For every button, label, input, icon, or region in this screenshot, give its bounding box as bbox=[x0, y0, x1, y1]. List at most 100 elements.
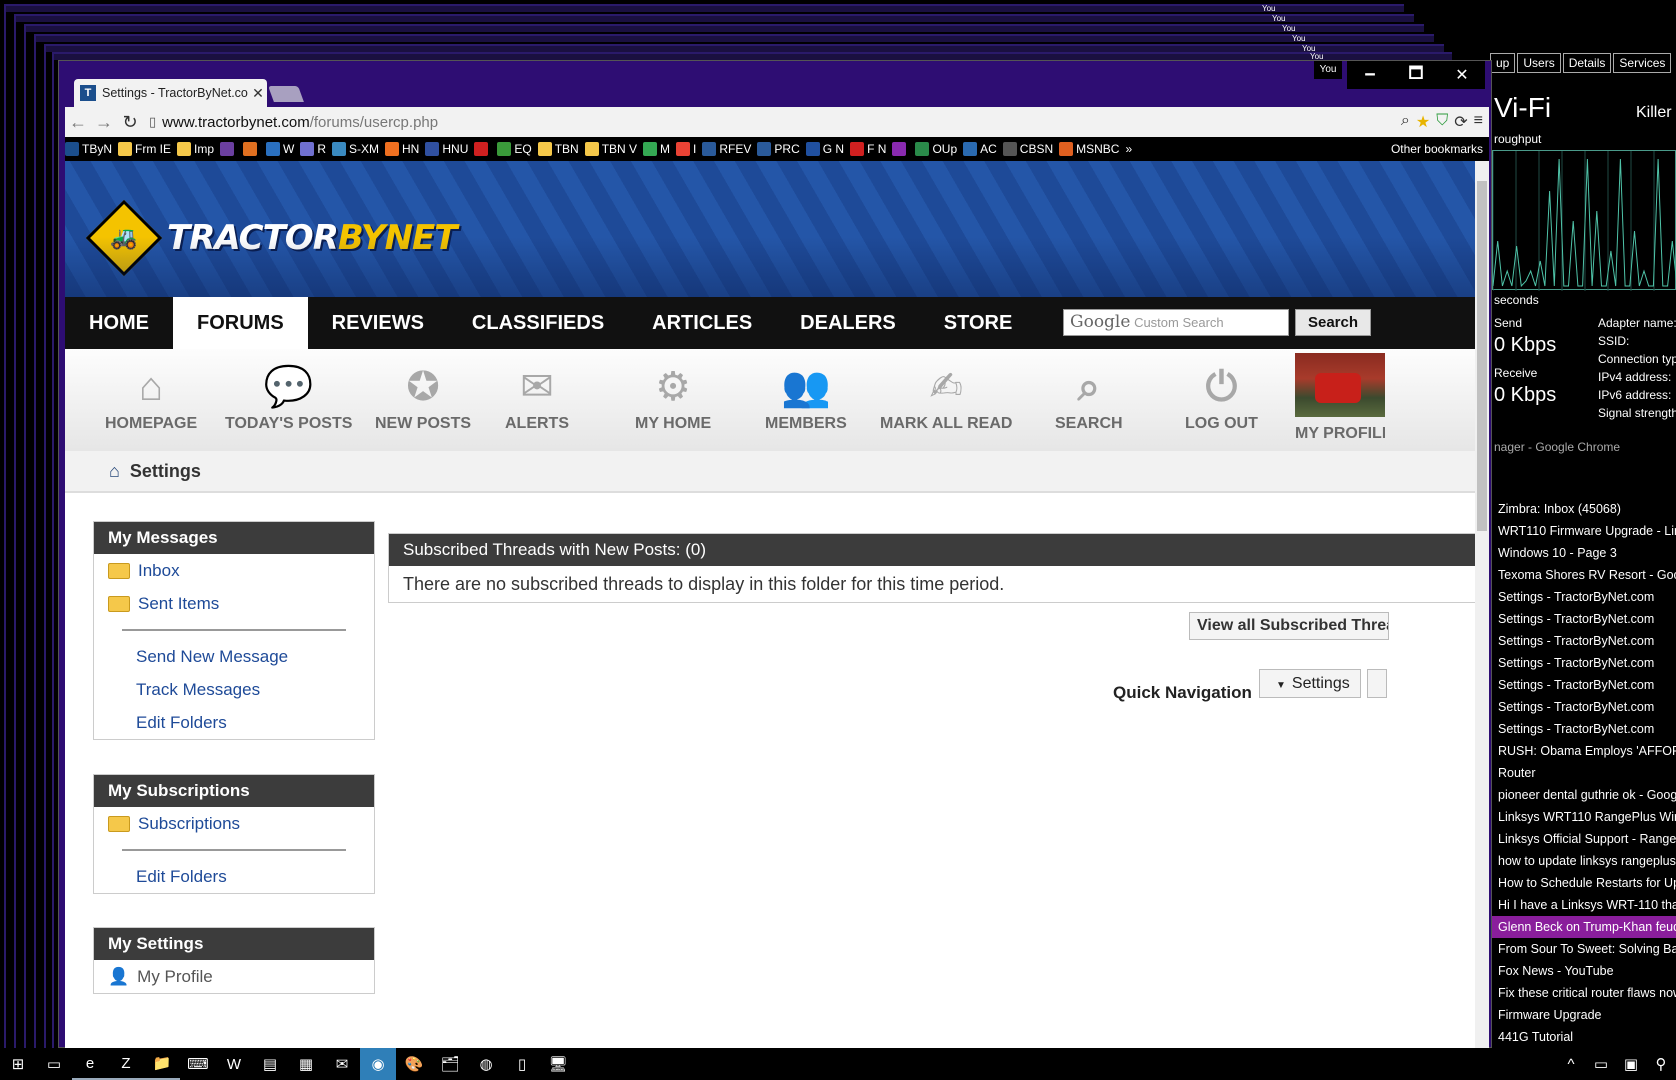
tab-list-item[interactable]: Firmware Upgrade bbox=[1490, 1004, 1676, 1026]
tab-list-item[interactable]: Settings - TractorByNet.com bbox=[1490, 674, 1676, 696]
windows-start-icon[interactable]: ⊞ bbox=[0, 1048, 36, 1080]
edit-folders-link[interactable]: Edit Folders bbox=[94, 706, 374, 739]
bookmark-item[interactable]: Frm IE bbox=[118, 142, 171, 156]
search-input[interactable]: Google Custom Search bbox=[1063, 309, 1289, 336]
subnav-my-profile[interactable]: MY PROFILE bbox=[1295, 425, 1385, 443]
bookmark-item[interactable]: AC bbox=[963, 142, 997, 156]
edge-icon[interactable]: e bbox=[72, 1048, 108, 1080]
tab-list-item[interactable]: Glenn Beck on Trump-Khan feud, bbox=[1490, 916, 1676, 938]
tray-icon[interactable]: ^ bbox=[1556, 1048, 1586, 1080]
view-all-subscribed-button[interactable]: View all Subscribed Threads bbox=[1189, 612, 1389, 640]
tab-list-item[interactable]: 441G Tutorial bbox=[1490, 1026, 1676, 1048]
bookmark-item[interactable]: F N bbox=[850, 142, 886, 156]
tab-list-item[interactable]: Fix these critical router flaws now bbox=[1490, 982, 1676, 1004]
bookmarks-overflow-button[interactable]: » bbox=[1125, 142, 1132, 156]
edit-folders-link[interactable]: Edit Folders bbox=[94, 860, 374, 893]
send-new-message-link[interactable]: Send New Message bbox=[94, 640, 374, 673]
bookmark-item[interactable] bbox=[243, 142, 260, 156]
zimbra-icon[interactable]: Z bbox=[108, 1048, 144, 1080]
calculator-icon[interactable]: ▦ bbox=[288, 1048, 324, 1080]
bookmark-item[interactable] bbox=[892, 142, 909, 156]
paint-icon[interactable]: 🎨 bbox=[396, 1048, 432, 1080]
bookmark-item[interactable]: RFEV bbox=[702, 142, 751, 156]
bookmark-item[interactable]: OUp bbox=[915, 142, 957, 156]
tm-tab-startup[interactable]: up bbox=[1490, 53, 1516, 73]
nav-dealers[interactable]: DEALERS bbox=[776, 297, 920, 349]
tab-list-item[interactable]: Windows 10 - Page 3 bbox=[1490, 542, 1676, 564]
subnav-my-home[interactable]: ⚙ MY HOME bbox=[635, 359, 711, 433]
chrome-icon[interactable]: ◉ bbox=[360, 1048, 396, 1080]
zoom-icon[interactable]: ⌕ bbox=[1401, 112, 1410, 132]
my-profile-link[interactable]: 👤 My Profile bbox=[94, 960, 374, 993]
tray-icon[interactable]: ▭ bbox=[1586, 1048, 1616, 1080]
maximize-button[interactable]: 🗖 bbox=[1393, 61, 1439, 89]
tab-list-item[interactable]: Linksys Official Support - RangeP bbox=[1490, 828, 1676, 850]
subnav-mark-all-read[interactable]: ✍ MARK ALL READ bbox=[880, 359, 1012, 433]
tractorbynet-logo[interactable]: 🚜 TRACTORBYNET bbox=[85, 199, 457, 277]
bookmark-item[interactable]: I bbox=[676, 142, 696, 156]
bookmark-item[interactable] bbox=[220, 142, 237, 156]
tab-list-item[interactable]: Settings - TractorByNet.com bbox=[1490, 630, 1676, 652]
bookmark-item[interactable]: CBSN bbox=[1002, 142, 1053, 156]
bookmark-item[interactable]: S-XM bbox=[332, 142, 379, 156]
profile-avatar[interactable] bbox=[1295, 353, 1385, 417]
bookmark-item[interactable]: TBN V bbox=[584, 142, 637, 156]
subnav-new-posts[interactable]: ✪ NEW POSTS bbox=[375, 359, 471, 433]
menu-icon[interactable]: ≡ bbox=[1474, 112, 1483, 132]
bookmark-item[interactable]: G N bbox=[805, 142, 844, 156]
bookmark-item[interactable]: TBN bbox=[537, 142, 579, 156]
nav-home[interactable]: HOME bbox=[65, 297, 173, 349]
bookmark-item[interactable]: M bbox=[643, 142, 670, 156]
nav-forums[interactable]: FORUMS bbox=[173, 297, 308, 349]
bookmark-item[interactable]: W bbox=[266, 142, 294, 156]
tab-list-item[interactable]: how to update linksys rangeplus bbox=[1490, 850, 1676, 872]
new-tab-button[interactable] bbox=[268, 86, 304, 102]
files-icon[interactable]: 🗂 bbox=[432, 1048, 468, 1080]
task-view-icon[interactable]: ▭ bbox=[36, 1048, 72, 1080]
tab-list-item[interactable]: Hi I have a Linksys WRT-110 that bbox=[1490, 894, 1676, 916]
home-icon[interactable]: ⌂ bbox=[109, 461, 120, 482]
profile-badge[interactable]: You bbox=[1314, 61, 1342, 79]
bookmark-item[interactable] bbox=[474, 142, 491, 156]
mail-icon[interactable]: ✉ bbox=[324, 1048, 360, 1080]
scrollbar-thumb[interactable] bbox=[1477, 181, 1487, 531]
word-icon[interactable]: W bbox=[216, 1048, 252, 1080]
tab-list-item[interactable]: Texoma Shores RV Resort - Goog bbox=[1490, 564, 1676, 586]
subnav-search[interactable]: ⌕ SEARCH bbox=[1055, 359, 1123, 433]
subnav-log-out[interactable]: ⏻ LOG OUT bbox=[1185, 359, 1258, 433]
tab-list-item[interactable]: Settings - TractorByNet.com bbox=[1490, 586, 1676, 608]
folder-inbox[interactable]: Inbox bbox=[94, 554, 374, 587]
tab-list-item[interactable]: How to Schedule Restarts for Upd bbox=[1490, 872, 1676, 894]
tab-list-item[interactable]: WRT110 Firmware Upgrade - Link bbox=[1490, 520, 1676, 542]
nav-store[interactable]: STORE bbox=[920, 297, 1037, 349]
quick-navigation-extra-button[interactable] bbox=[1367, 669, 1387, 698]
page-scrollbar[interactable] bbox=[1475, 161, 1489, 1049]
reload-icon[interactable]: ↻ bbox=[117, 112, 143, 133]
tab-list-item[interactable]: Settings - TractorByNet.com bbox=[1490, 652, 1676, 674]
search-button[interactable]: Search bbox=[1295, 309, 1371, 336]
bookmark-item[interactable]: PRC bbox=[757, 142, 800, 156]
tab-list-item[interactable]: Linksys WRT110 RangePlus Wirele bbox=[1490, 806, 1676, 828]
tab-close-icon[interactable]: ✕ bbox=[249, 85, 267, 102]
sync-icon[interactable]: ⟳ bbox=[1454, 112, 1467, 132]
bookmark-item[interactable]: TByN bbox=[65, 142, 112, 156]
document-icon[interactable]: ▤ bbox=[252, 1048, 288, 1080]
track-messages-link[interactable]: Track Messages bbox=[94, 673, 374, 706]
quick-navigation-select[interactable]: ▼ Settings bbox=[1259, 669, 1361, 698]
bookmark-item[interactable]: R bbox=[300, 142, 326, 156]
tab-list-item[interactable]: Fox News - YouTube bbox=[1490, 960, 1676, 982]
tab-list-item[interactable]: Settings - TractorByNet.com bbox=[1490, 696, 1676, 718]
tab-list-item[interactable]: Zimbra: Inbox (45068) bbox=[1490, 498, 1676, 520]
tab-list-item[interactable]: Settings - TractorByNet.com bbox=[1490, 608, 1676, 630]
subnav-alerts[interactable]: ✉ ALERTS bbox=[505, 359, 569, 433]
tab-list-item[interactable]: Router bbox=[1490, 762, 1676, 784]
nav-classifieds[interactable]: CLASSIFIEDS bbox=[448, 297, 628, 349]
tray-icon[interactable]: ▣ bbox=[1616, 1048, 1646, 1080]
folder-sent-items[interactable]: Sent Items bbox=[94, 587, 374, 620]
bookmark-star-icon[interactable]: ★ bbox=[1416, 112, 1430, 132]
subnav-homepage[interactable]: ⌂ HOMEPAGE bbox=[105, 359, 197, 433]
bookmark-item[interactable]: HNU bbox=[425, 142, 468, 156]
close-button[interactable]: ✕ bbox=[1439, 61, 1485, 89]
tm-tab-users[interactable]: Users bbox=[1517, 53, 1561, 73]
nav-articles[interactable]: ARTICLES bbox=[628, 297, 776, 349]
